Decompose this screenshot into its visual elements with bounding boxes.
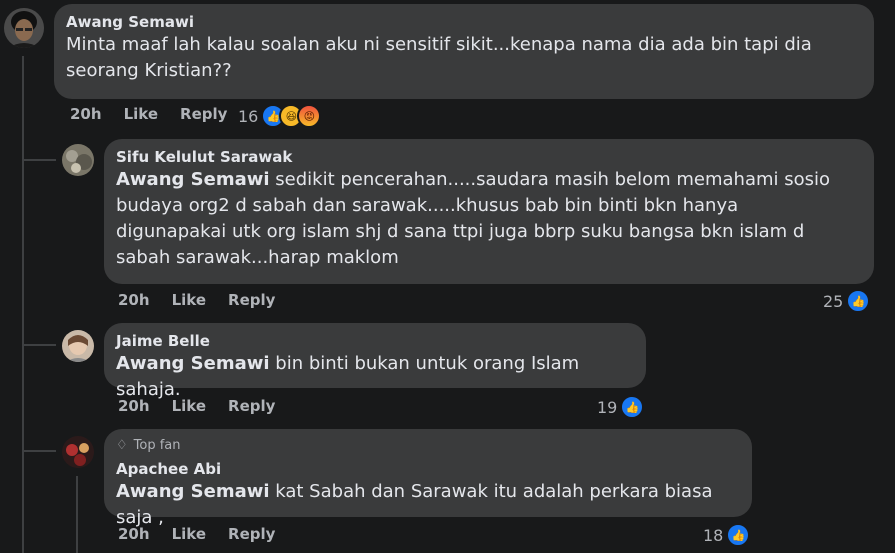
mention-link[interactable]: Awang Semawi <box>116 169 270 190</box>
like-button[interactable]: Like <box>172 525 206 543</box>
thread-connector-3 <box>22 450 56 452</box>
like-button[interactable]: Like <box>172 397 206 415</box>
avatar[interactable] <box>4 8 44 48</box>
reply-author[interactable]: Apachee Abi <box>116 459 740 479</box>
reply-text: Awang Semawi kat Sabah dan Sarawak itu a… <box>116 479 740 531</box>
reply-button[interactable]: Reply <box>180 105 227 123</box>
reply-actions: 20h Like Reply <box>118 397 275 415</box>
like-reaction-icon: 👍 <box>726 523 751 547</box>
like-button[interactable]: Like <box>124 105 158 123</box>
thread-line-sub <box>76 476 78 553</box>
reply-actions: 20h Like Reply <box>118 525 275 543</box>
like-button[interactable]: Like <box>172 291 206 309</box>
reaction-count: 16 <box>238 106 259 126</box>
comment-time[interactable]: 20h <box>70 105 102 123</box>
thread-line-main <box>22 56 24 553</box>
badge-label: Top fan <box>133 438 181 453</box>
reply-author[interactable]: Sifu Kelulut Sarawak <box>116 147 862 167</box>
reply-text: Awang Semawi sedikit pencerahan.....saud… <box>116 167 846 271</box>
diamond-icon: ♢ <box>116 438 128 453</box>
reply-button[interactable]: Reply <box>228 397 275 415</box>
like-reaction-icon: 👍 <box>846 289 871 313</box>
comment-bubble: Awang Semawi Minta maaf lah kalau soalan… <box>54 4 874 99</box>
top-fan-badge: ♢ Top fan <box>116 437 740 455</box>
avatar[interactable] <box>62 330 94 362</box>
like-reaction-icon: 👍 <box>620 395 645 419</box>
reaction-summary[interactable]: 16 👍 😆 😡 <box>238 104 322 128</box>
angry-reaction-icon: 😡 <box>297 104 322 128</box>
reaction-summary[interactable]: 25 👍 <box>823 289 871 313</box>
avatar[interactable] <box>62 436 94 468</box>
reply-author[interactable]: Jaime Belle <box>116 331 634 351</box>
reply-text: Awang Semawi bin binti bukan untuk orang… <box>116 351 634 403</box>
reaction-count: 19 <box>597 397 618 417</box>
reaction-count: 18 <box>703 525 724 545</box>
reply-bubble: Sifu Kelulut Sarawak Awang Semawi sediki… <box>104 139 874 284</box>
reply-button[interactable]: Reply <box>228 291 275 309</box>
comment-author[interactable]: Awang Semawi <box>66 12 862 32</box>
avatar[interactable] <box>62 144 94 176</box>
reply-bubble: ♢ Top fan Apachee Abi Awang Semawi kat S… <box>104 429 752 528</box>
reaction-count: 25 <box>823 291 844 311</box>
mention-link[interactable]: Awang Semawi <box>116 353 270 374</box>
reply-time[interactable]: 20h <box>118 291 150 309</box>
thread-connector-1 <box>22 159 56 161</box>
mention-link[interactable]: Awang Semawi <box>116 481 270 502</box>
reply-time[interactable]: 20h <box>118 397 150 415</box>
reply-bubble: Jaime Belle Awang Semawi bin binti bukan… <box>104 323 646 400</box>
comment-text: Minta maaf lah kalau soalan aku ni sensi… <box>66 34 812 81</box>
reaction-summary[interactable]: 18 👍 <box>703 523 751 547</box>
reply-actions: 20h Like Reply <box>118 291 275 309</box>
reply-time[interactable]: 20h <box>118 525 150 543</box>
comment-actions: 20h Like Reply <box>70 105 227 123</box>
reaction-summary[interactable]: 19 👍 <box>597 395 645 419</box>
thread-connector-2 <box>22 344 56 346</box>
reply-button[interactable]: Reply <box>228 525 275 543</box>
